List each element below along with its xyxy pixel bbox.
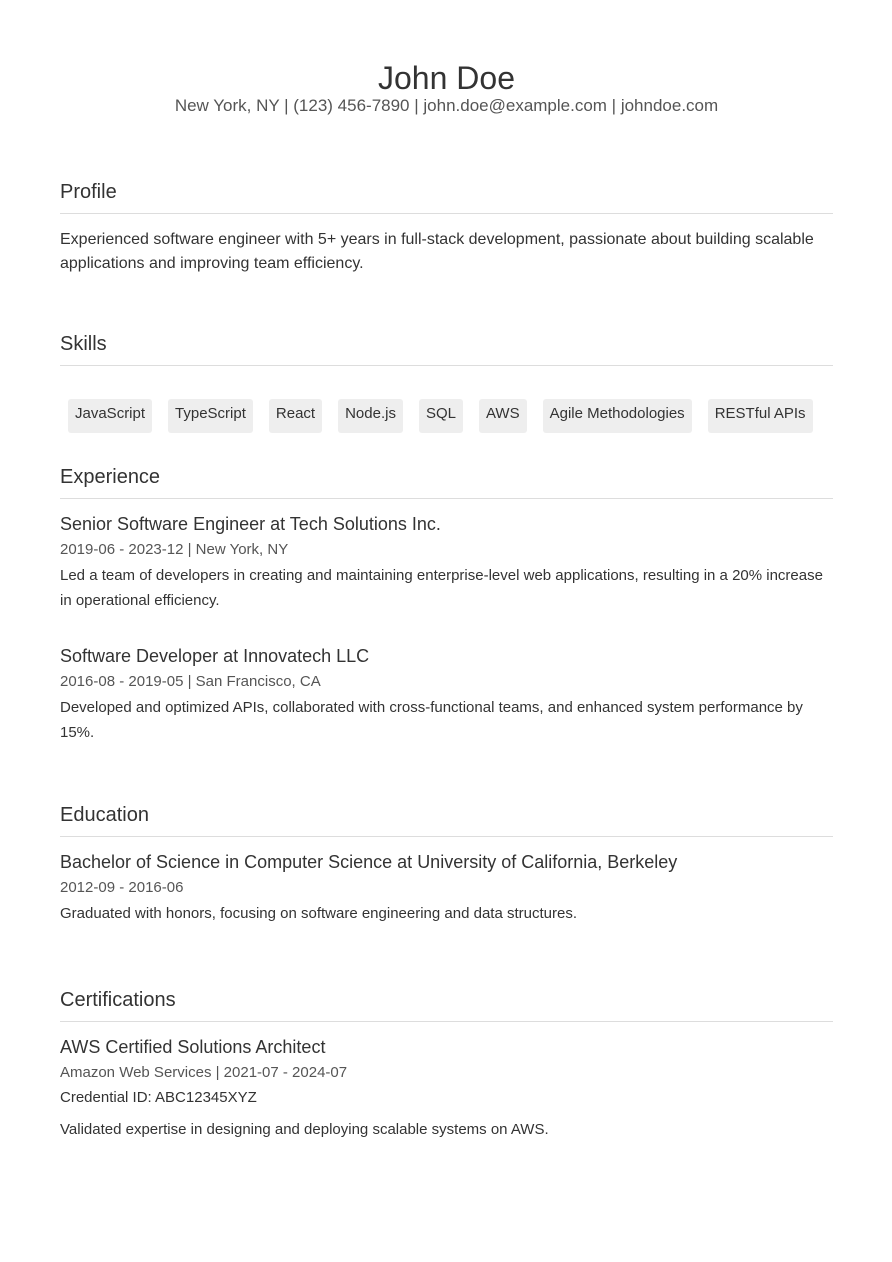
section-title-education: Education [60, 803, 833, 837]
experience-entry: Senior Software Engineer at Tech Solutio… [60, 513, 833, 613]
education-description: Graduated with honors, focusing on softw… [60, 905, 577, 922]
education-section: Education Bachelor of Science in Compute… [60, 803, 833, 926]
skill-tag: React [268, 399, 323, 433]
experience-meta: 2016-08 - 2019-05 | San Francisco, CA [60, 673, 321, 690]
section-title-experience: Experience [60, 465, 833, 499]
experience-entry: Software Developer at Innovatech LLC 201… [60, 645, 833, 745]
certification-entry: AWS Certified Solutions Architect Amazon… [60, 1036, 833, 1139]
experience-description: Developed and optimized APIs, collaborat… [60, 699, 803, 741]
skills-section: Skills JavaScript TypeScript React Node.… [60, 332, 833, 433]
section-title-skills: Skills [60, 332, 833, 366]
experience-section: Experience Senior Software Engineer at T… [60, 465, 833, 745]
resume-header: John Doe New York, NY | (123) 456-7890 |… [60, 0, 833, 116]
profile-summary: Experienced software engineer with 5+ ye… [60, 231, 814, 272]
education-meta: 2012-09 - 2016-06 [60, 879, 184, 896]
experience-title: Senior Software Engineer at Tech Solutio… [60, 514, 441, 534]
skill-tag: RESTful APIs [707, 399, 813, 433]
skill-tag: Agile Methodologies [542, 399, 692, 433]
contact-line: New York, NY | (123) 456-7890 | john.doe… [174, 96, 719, 115]
skill-tag: TypeScript [168, 399, 253, 433]
skill-tag: SQL [418, 399, 463, 433]
skill-tag: JavaScript [68, 399, 153, 433]
section-title-certifications: Certifications [60, 988, 833, 1022]
experience-description: Led a team of developers in creating and… [60, 567, 823, 609]
skill-tag: Node.js [338, 399, 403, 433]
candidate-name: John Doe [378, 60, 515, 96]
education-title: Bachelor of Science in Computer Science … [60, 852, 678, 872]
section-title-profile: Profile [60, 180, 833, 214]
experience-meta: 2019-06 - 2023-12 | New York, NY [60, 541, 289, 558]
resume-page: John Doe New York, NY | (123) 456-7890 |… [0, 0, 892, 1262]
certification-meta: Amazon Web Services | 2021-07 - 2024-07 [60, 1064, 348, 1081]
certifications-section: Certifications AWS Certified Solutions A… [60, 988, 833, 1139]
education-entry: Bachelor of Science in Computer Science … [60, 851, 833, 926]
certification-title: AWS Certified Solutions Architect [60, 1037, 326, 1057]
certification-description: Validated expertise in designing and dep… [60, 1121, 549, 1138]
skill-tag: AWS [478, 399, 527, 433]
credential-id: Credential ID: ABC12345XYZ [60, 1089, 257, 1106]
experience-title: Software Developer at Innovatech LLC [60, 646, 370, 666]
skills-list: JavaScript TypeScript React Node.js SQL … [60, 399, 833, 433]
profile-section: Profile Experienced software engineer wi… [60, 180, 833, 276]
